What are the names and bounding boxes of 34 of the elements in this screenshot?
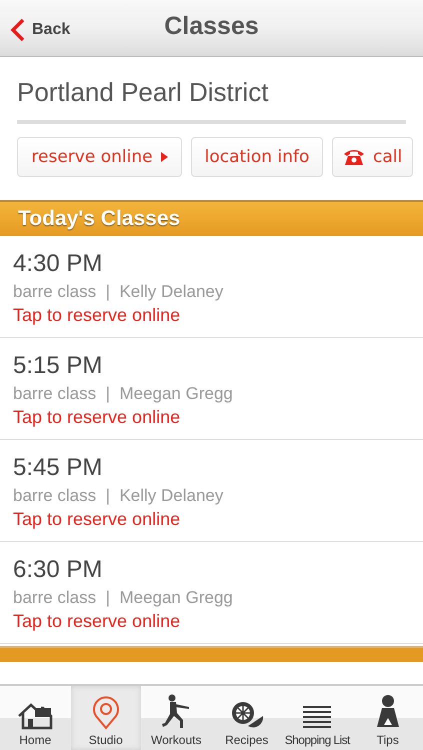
back-button[interactable]: Back	[0, 18, 70, 42]
tab-item[interactable]: Tips	[352, 686, 423, 750]
screen-title: Classes	[164, 12, 259, 40]
class-details: barre class | Meegan Gregg	[13, 384, 234, 404]
class-time: 4:30 PM	[13, 250, 104, 278]
tab-item[interactable]: Home	[0, 686, 70, 750]
class-time: 5:15 PM	[13, 352, 104, 380]
house-icon	[17, 702, 54, 730]
caret-icon	[160, 152, 168, 162]
reserve-link[interactable]: Tap to reserve online	[13, 509, 423, 530]
class-details: barre class | Meegan Gregg	[13, 588, 234, 608]
tab-item[interactable]: Recipes	[212, 686, 282, 750]
section-title: Today's Classes	[18, 207, 180, 231]
location-name: Portland Pearl District	[17, 77, 406, 124]
list-icon	[303, 704, 332, 730]
tab-item[interactable]: Workouts	[141, 686, 212, 750]
class-details: barre class | Kelly Delaney	[13, 486, 224, 506]
call-button[interactable]: call	[332, 137, 414, 177]
tab-item[interactable]: Studio	[70, 686, 141, 750]
phone-icon	[343, 148, 365, 166]
class-time: 6:30 PM	[13, 556, 104, 584]
back-chevron-icon	[10, 18, 26, 42]
location-info-button[interactable]: location info	[191, 137, 323, 177]
class-details: barre class | Kelly Delaney	[13, 282, 224, 302]
reserve-link[interactable]: Tap to reserve online	[13, 305, 423, 326]
person-icon	[374, 694, 401, 730]
citrus-slices-icon	[230, 700, 264, 730]
reserve-link[interactable]: Tap to reserve online	[13, 407, 423, 428]
tab-item[interactable]: Shopping List	[282, 686, 352, 750]
reserve-online-button[interactable]: reserve online	[17, 137, 182, 177]
reserve-link[interactable]: Tap to reserve online	[13, 611, 423, 632]
lunging-figure-icon	[161, 694, 192, 730]
map-pin-icon	[92, 696, 120, 730]
class-time: 5:45 PM	[13, 454, 104, 482]
